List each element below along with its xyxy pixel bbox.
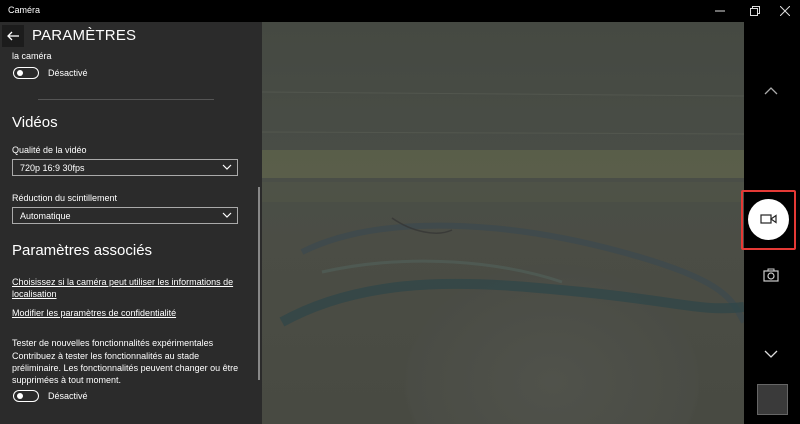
- restore-icon: [750, 6, 760, 16]
- experimental-toggle[interactable]: [13, 390, 39, 402]
- flicker-reduction-label: Réduction du scintillement: [12, 193, 118, 203]
- video-quality-label: Qualité de la vidéo: [12, 145, 87, 155]
- location-link[interactable]: Choisissez si la caméra peut utiliser le…: [12, 276, 242, 300]
- record-button-face: [748, 199, 789, 240]
- close-icon: [780, 6, 790, 16]
- last-capture-thumbnail[interactable]: [757, 384, 788, 415]
- window-title: Caméra: [8, 5, 41, 15]
- settings-title: PARAMÈTRES: [32, 27, 137, 44]
- divider: [38, 99, 214, 100]
- experimental-title: Tester de nouvelles fonctionnalités expé…: [12, 338, 214, 348]
- settings-panel: PARAMÈTRES la caméra Désactivé Vidéos Qu…: [0, 22, 262, 424]
- camera-setting-state: Désactivé: [48, 68, 88, 78]
- videos-heading: Vidéos: [12, 114, 58, 131]
- minimize-button[interactable]: [705, 0, 735, 22]
- chevron-down-icon: [222, 212, 232, 218]
- chevron-down-icon[interactable]: [764, 349, 778, 359]
- preview-texture: [262, 91, 744, 327]
- camera-preview: [262, 22, 744, 424]
- chevron-down-icon: [222, 164, 232, 170]
- camera-icon[interactable]: [763, 268, 779, 282]
- video-quality-select[interactable]: 720p 16:9 30fps: [12, 159, 238, 176]
- flicker-reduction-select[interactable]: Automatique: [12, 207, 238, 224]
- experimental-description: Contribuez à tester les fonctionnalités …: [12, 351, 239, 385]
- video-record-button[interactable]: [741, 190, 796, 250]
- camera-setting-toggle[interactable]: [13, 67, 39, 79]
- close-button[interactable]: [770, 0, 800, 22]
- flicker-reduction-value: Automatique: [20, 211, 71, 221]
- camera-caption: la caméra: [12, 51, 52, 61]
- privacy-link[interactable]: Modifier les paramètres de confidentiali…: [12, 307, 242, 319]
- back-button[interactable]: [2, 25, 24, 47]
- back-arrow-icon: [7, 31, 19, 41]
- video-quality-value: 720p 16:9 30fps: [20, 163, 85, 173]
- video-camera-icon: [760, 214, 777, 224]
- chevron-up-icon[interactable]: [764, 86, 778, 96]
- settings-scrollbar[interactable]: [258, 187, 260, 380]
- title-bar: Caméra: [0, 0, 800, 22]
- related-settings-heading: Paramètres associés: [12, 242, 153, 259]
- experimental-toggle-state: Désactivé: [48, 391, 88, 401]
- minimize-icon: [715, 10, 725, 12]
- restore-button[interactable]: [740, 0, 770, 22]
